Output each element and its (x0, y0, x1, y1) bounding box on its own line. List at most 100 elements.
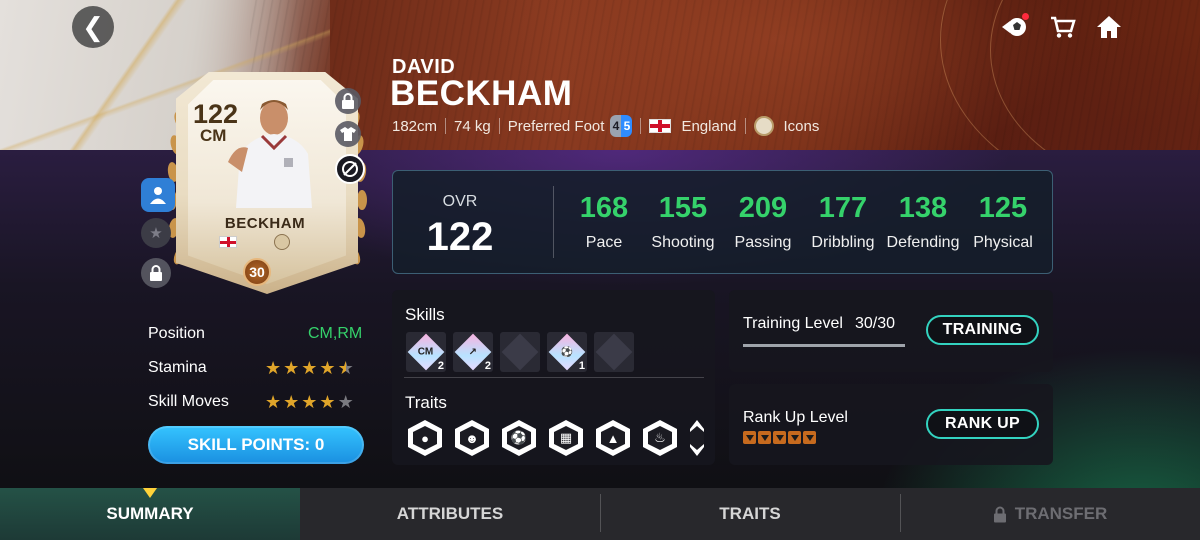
training-progress-bar (743, 344, 905, 347)
card-level-value: 30 (249, 264, 265, 280)
stat-label: Defending (886, 234, 960, 251)
position-value: CM,RM (308, 325, 363, 342)
back-icon: ❮ (82, 11, 104, 42)
training-value: 30/30 (855, 315, 896, 332)
rank-up-button[interactable]: RANK UP (926, 409, 1039, 439)
ball-bell-trait-icon: ♨ (648, 426, 672, 450)
star-icon: ★ (319, 392, 336, 412)
locked-skill-icon (501, 333, 539, 371)
stat-value: 125 (978, 192, 1028, 224)
rank-gem-icon (743, 431, 756, 444)
training-label: Training Level (743, 315, 843, 332)
star-icon: ★ (283, 358, 300, 378)
star-icon: ★ (319, 358, 336, 378)
skill-slot[interactable]: ⚽ 1 (547, 332, 587, 372)
tab-traits[interactable]: TRAITS (600, 488, 900, 540)
tab-label: TRAITS (719, 504, 781, 523)
tab-label: ATTRIBUTES (396, 504, 504, 523)
position-label: Position (148, 325, 205, 342)
star-icon: ★ (301, 358, 318, 378)
player-last-name: BECKHAM (390, 74, 573, 113)
player-trait-icon: ☻ (460, 426, 484, 450)
active-tab-indicator (143, 488, 157, 498)
skills-title: Skills (405, 305, 445, 324)
kit-button[interactable] (335, 121, 361, 147)
star-icon: ★ (283, 392, 300, 412)
tab-label: TRANSFER (1014, 504, 1108, 523)
lock-button[interactable] (141, 258, 171, 288)
ball-notification-button[interactable] (1000, 12, 1030, 42)
stamina-stars: ★ ★ ★ ★ ★ (265, 359, 354, 377)
player-weight: 74 kg (454, 117, 491, 135)
cart-button[interactable] (1048, 12, 1078, 42)
ball-stand-trait-icon: ▲ (601, 426, 625, 450)
shirt-icon (340, 127, 356, 141)
player-meta-row: 182cm 74 kg Preferred Foot 4 5 England I… (392, 115, 819, 137)
home-button[interactable] (1094, 12, 1124, 42)
tab-attributes[interactable]: ATTRIBUTES (300, 488, 600, 540)
preferred-foot-indicator: 4 5 (610, 115, 633, 137)
stat-label: Passing (734, 234, 792, 251)
stat-defending: 138 Defending (882, 192, 964, 252)
skill-slot[interactable] (594, 332, 634, 372)
rank-gems (743, 431, 816, 444)
person-icon (150, 187, 166, 204)
stat-passing: 209 Passing (722, 192, 804, 252)
skill-moves-label: Skill Moves (148, 393, 229, 410)
star-icon: ★ (149, 225, 163, 242)
stat-label: Dribbling (811, 234, 875, 251)
lock-card-button[interactable] (335, 88, 361, 114)
skill-slot[interactable]: ↗ 2 (453, 332, 493, 372)
locked-skill-icon (595, 333, 633, 371)
tab-label: SUMMARY (106, 504, 194, 523)
player-nation: England (681, 117, 737, 135)
empty-star-icon: ★ (337, 392, 354, 412)
stat-pace: 168 Pace (563, 192, 645, 252)
card-flag-icon (219, 236, 237, 248)
star-icon: ★ (265, 358, 282, 378)
no-transfer-icon (342, 161, 358, 177)
ovr-label: OVR (442, 193, 478, 210)
skill-slot[interactable]: CM 2 (406, 332, 446, 372)
stat-shooting: 155 Shooting (642, 192, 724, 252)
card-position: CM (200, 126, 227, 145)
rank-up-label: Rank Up Level (743, 409, 848, 426)
lock-icon (150, 265, 162, 281)
england-flag-icon (649, 119, 672, 133)
star-icon: ★ (301, 392, 318, 412)
foot-left-value: 4 (610, 115, 622, 137)
rank-gem-icon (758, 431, 771, 444)
card-player-name: BECKHAM (224, 215, 306, 232)
stat-dribbling: 177 Dribbling (802, 192, 884, 252)
stat-label: Pace (585, 234, 623, 251)
favorite-button[interactable]: ★ (141, 218, 171, 248)
lock-icon (342, 93, 354, 109)
notification-dot (1022, 13, 1029, 20)
stat-physical: 125 Physical (962, 192, 1044, 252)
player-league: Icons (783, 117, 820, 135)
card-level-badge: 30 (243, 258, 271, 286)
back-button[interactable]: ❮ (72, 6, 114, 48)
rank-gem-icon (788, 431, 801, 444)
skill-points-button[interactable]: SKILL POINTS: 0 (148, 426, 364, 464)
goal-net-trait-icon: ▦ (554, 426, 578, 450)
stat-value: 177 (818, 192, 868, 224)
rank-gem-icon (803, 431, 816, 444)
icons-league-badge-icon (753, 116, 774, 136)
player-height: 182cm (392, 117, 438, 135)
stat-value: 155 (658, 192, 708, 224)
no-transfer-button[interactable] (335, 154, 365, 184)
skill-count: 2 (484, 360, 491, 372)
ball-shot-trait-icon: ⚽ (507, 426, 531, 450)
player-swap-button[interactable] (141, 178, 175, 212)
stat-label: Shooting (651, 234, 715, 251)
skill-slot[interactable] (500, 332, 540, 372)
home-icon (1097, 16, 1121, 38)
tab-transfer[interactable]: TRANSFER (900, 488, 1200, 540)
stamina-label: Stamina (148, 359, 207, 376)
training-button[interactable]: TRAINING (926, 315, 1039, 345)
cart-icon (1051, 16, 1076, 38)
card-league-badge-icon (274, 234, 290, 250)
rank-gem-icon (773, 431, 786, 444)
stat-label: Physical (973, 234, 1033, 251)
